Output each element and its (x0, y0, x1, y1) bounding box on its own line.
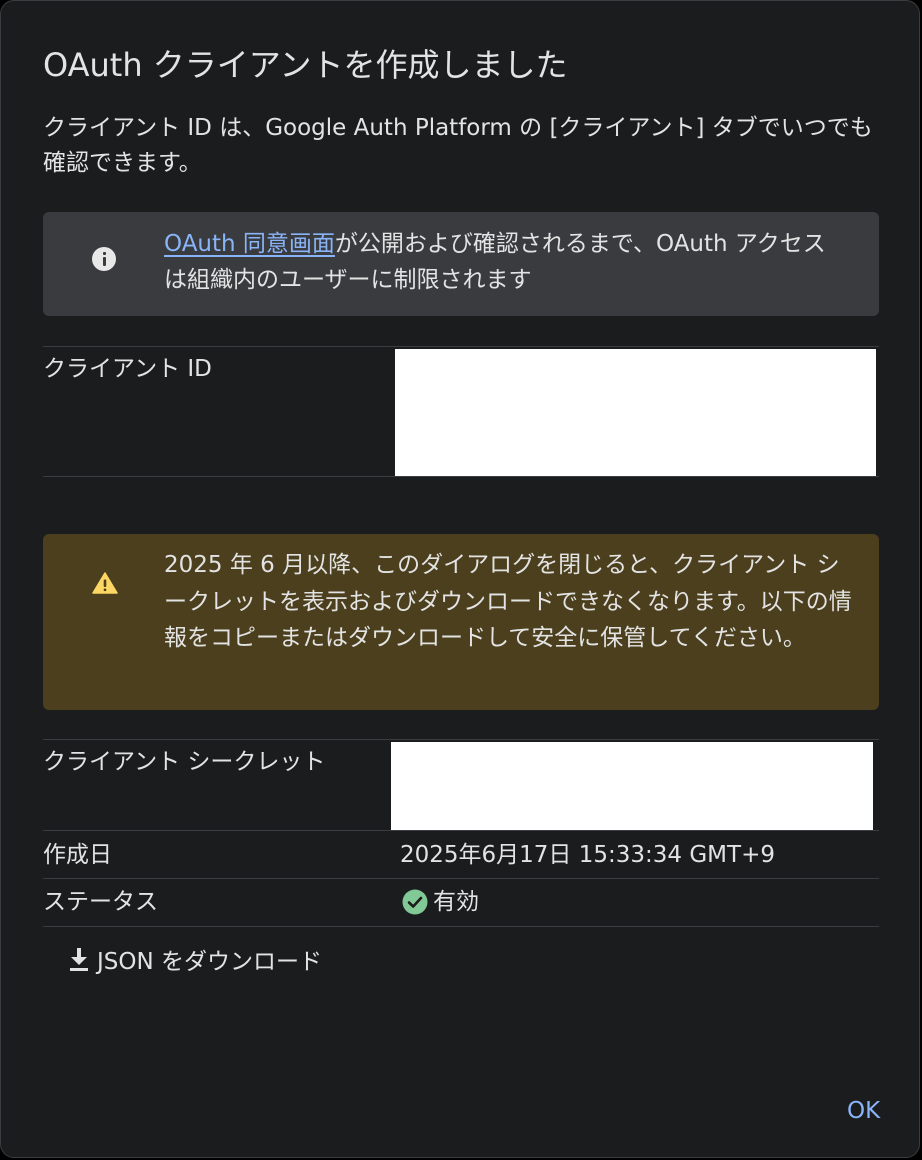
divider (43, 926, 879, 927)
status-value: 有効 (433, 889, 479, 915)
client-secret-label: クライアント シークレット (43, 749, 326, 775)
divider (43, 476, 879, 477)
client-id-value-redacted (395, 349, 876, 476)
ok-button[interactable]: OK (837, 1091, 890, 1131)
divider (43, 346, 879, 347)
warning-banner-text: 2025 年 6 月以降、このダイアログを閉じると、クライアント シークレットを… (164, 552, 852, 651)
client-secret-value-redacted (391, 742, 873, 830)
oauth-consent-screen-link[interactable]: OAuth 同意画面 (164, 231, 335, 257)
warning-icon (92, 572, 118, 594)
dialog-title: OAuth クライアントを作成しました (43, 46, 568, 84)
oauth-client-created-dialog: OAuth クライアントを作成しました クライアント ID は、Google A… (0, 0, 920, 1158)
download-json-label: JSON をダウンロード (97, 949, 323, 975)
warning-banner: 2025 年 6 月以降、このダイアログを閉じると、クライアント シークレットを… (43, 534, 879, 710)
info-banner: OAuth 同意画面が公開および確認されるまで、OAuth アクセスは組織内のユ… (43, 212, 879, 316)
status-label: ステータス (43, 889, 158, 915)
divider (43, 878, 879, 879)
created-date-label: 作成日 (43, 842, 112, 868)
info-icon (92, 247, 116, 271)
divider (43, 830, 879, 831)
created-date-value: 2025年6月17日 15:33:34 GMT+9 (400, 842, 775, 868)
download-icon (70, 948, 88, 971)
dialog-description: クライアント ID は、Google Auth Platform の [クライア… (43, 115, 873, 176)
client-id-label: クライアント ID (43, 356, 212, 382)
divider (43, 739, 879, 740)
download-json-button[interactable]: JSON をダウンロード (65, 937, 322, 981)
info-banner-text: OAuth 同意画面が公開および確認されるまで、OAuth アクセスは組織内のユ… (164, 226, 844, 298)
check-circle-icon (402, 889, 428, 915)
